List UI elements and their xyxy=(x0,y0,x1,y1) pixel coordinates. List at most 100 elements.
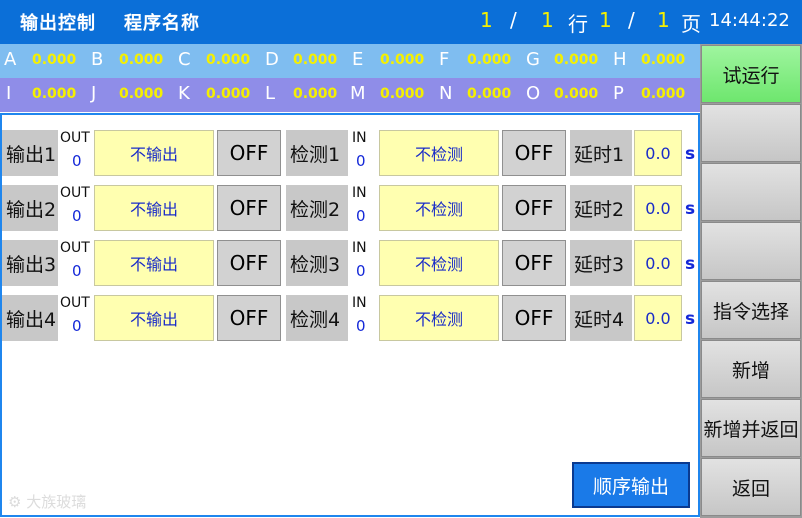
output-control-panel: 输出1 OUT 0 不输出 OFF 检测1 IN 0 不检测 OFF 延时1 0… xyxy=(0,113,700,517)
output-select-field[interactable]: 不输出 xyxy=(94,185,214,231)
in-port-number[interactable]: 0 xyxy=(356,207,366,225)
axis-label: P xyxy=(613,83,624,104)
delay-input[interactable]: 0.0 xyxy=(634,295,682,341)
detect-select-field[interactable]: 不检测 xyxy=(379,185,499,231)
delay-input[interactable]: 0.0 xyxy=(634,240,682,286)
side-button-column: 试运行 指令选择 新增 新增并返回 返回 xyxy=(700,44,802,518)
axis-label: D xyxy=(265,49,279,70)
in-tag: IN xyxy=(352,295,367,311)
out-port-number[interactable]: 0 xyxy=(72,152,82,170)
row-separator: / xyxy=(510,8,517,32)
output-label: 输出2 xyxy=(2,185,58,231)
io-row: 输出2 OUT 0 不输出 OFF 检测2 IN 0 不检测 OFF 延时2 0… xyxy=(2,183,702,233)
out-port-number[interactable]: 0 xyxy=(72,317,82,335)
axis-label: L xyxy=(265,83,276,104)
axis-value: 0.000 xyxy=(206,86,251,102)
delay-input[interactable]: 0.0 xyxy=(634,185,682,231)
axis-value: 0.000 xyxy=(32,52,77,68)
axis-value: 0.000 xyxy=(641,52,686,68)
delay-unit: s xyxy=(685,144,696,164)
blank-button-3[interactable] xyxy=(701,222,801,280)
axis-label: J xyxy=(91,83,97,104)
out-port-number[interactable]: 0 xyxy=(72,207,82,225)
axis-value: 0.000 xyxy=(119,86,164,102)
in-port-number[interactable]: 0 xyxy=(356,262,366,280)
axis-value: 0.000 xyxy=(206,52,251,68)
page-label: 页 xyxy=(681,12,701,36)
in-tag: IN xyxy=(352,240,367,256)
sequence-output-button[interactable]: 顺序输出 xyxy=(572,462,690,508)
page-total: 1 xyxy=(657,8,670,32)
axis-label: I xyxy=(6,83,12,104)
output-select-field[interactable]: 不输出 xyxy=(94,295,214,341)
axis-position-row-1: A 0.000 B 0.000 C 0.000 D 0.000 E 0.000 … xyxy=(0,44,700,78)
axis-label: C xyxy=(178,49,191,70)
output-select-field[interactable]: 不输出 xyxy=(94,130,214,176)
in-tag: IN xyxy=(352,130,367,146)
in-port-number[interactable]: 0 xyxy=(356,152,366,170)
detect-select-field[interactable]: 不检测 xyxy=(379,295,499,341)
row-label: 行 xyxy=(568,12,588,36)
output-select-field[interactable]: 不输出 xyxy=(94,240,214,286)
axis-label: B xyxy=(91,49,104,70)
axis-value: 0.000 xyxy=(554,52,599,68)
axis-value: 0.000 xyxy=(380,52,425,68)
out-port-number[interactable]: 0 xyxy=(72,262,82,280)
in-tag: IN xyxy=(352,185,367,201)
command-select-button[interactable]: 指令选择 xyxy=(701,281,801,339)
delay-input[interactable]: 0.0 xyxy=(634,130,682,176)
page-title: 输出控制 xyxy=(20,13,96,34)
program-name[interactable]: 程序名称 xyxy=(124,9,200,35)
io-row: 输出1 OUT 0 不输出 OFF 检测1 IN 0 不检测 OFF 延时1 0… xyxy=(2,128,702,178)
header-bar: 输出控制 程序名称 1 / 1 行 1 / 1 页 14:44:22 xyxy=(0,0,802,44)
axis-value: 0.000 xyxy=(467,52,512,68)
delay-unit: s xyxy=(685,309,696,329)
clock: 14:44:22 xyxy=(709,10,790,31)
detect-state-button[interactable]: OFF xyxy=(502,130,566,176)
axis-value: 0.000 xyxy=(641,86,686,102)
delay-label: 延时2 xyxy=(570,185,632,231)
out-tag: OUT xyxy=(60,295,90,311)
io-row: 输出4 OUT 0 不输出 OFF 检测4 IN 0 不检测 OFF 延时4 0… xyxy=(2,293,702,343)
output-label: 输出4 xyxy=(2,295,58,341)
add-and-return-button[interactable]: 新增并返回 xyxy=(701,399,801,457)
output-state-button[interactable]: OFF xyxy=(217,185,281,231)
out-tag: OUT xyxy=(60,185,90,201)
axis-label: H xyxy=(613,49,627,70)
axis-label: N xyxy=(439,83,453,104)
axis-value: 0.000 xyxy=(32,86,77,102)
output-state-button[interactable]: OFF xyxy=(217,240,281,286)
detect-state-button[interactable]: OFF xyxy=(502,295,566,341)
delay-label: 延时1 xyxy=(570,130,632,176)
add-new-button[interactable]: 新增 xyxy=(701,340,801,398)
axis-position-row-2: I 0.000 J 0.000 K 0.000 L 0.000 M 0.000 … xyxy=(0,78,700,112)
detect-label: 检测4 xyxy=(286,295,348,341)
out-tag: OUT xyxy=(60,240,90,256)
axis-value: 0.000 xyxy=(293,52,338,68)
page-separator: / xyxy=(628,8,635,32)
axis-label: G xyxy=(526,49,540,70)
axis-label: K xyxy=(178,83,190,104)
delay-unit: s xyxy=(685,199,696,219)
detect-select-field[interactable]: 不检测 xyxy=(379,240,499,286)
detect-label: 检测3 xyxy=(286,240,348,286)
delay-label: 延时3 xyxy=(570,240,632,286)
io-row: 输出3 OUT 0 不输出 OFF 检测3 IN 0 不检测 OFF 延时3 0… xyxy=(2,238,702,288)
detect-state-button[interactable]: OFF xyxy=(502,185,566,231)
axis-value: 0.000 xyxy=(119,52,164,68)
output-label: 输出3 xyxy=(2,240,58,286)
axis-value: 0.000 xyxy=(293,86,338,102)
back-button[interactable]: 返回 xyxy=(701,458,801,516)
output-state-button[interactable]: OFF xyxy=(217,295,281,341)
blank-button-2[interactable] xyxy=(701,163,801,221)
in-port-number[interactable]: 0 xyxy=(356,317,366,335)
axis-label: E xyxy=(352,49,364,70)
output-state-button[interactable]: OFF xyxy=(217,130,281,176)
axis-label: M xyxy=(350,83,366,104)
trial-run-button[interactable]: 试运行 xyxy=(701,45,801,103)
detect-select-field[interactable]: 不检测 xyxy=(379,130,499,176)
watermark-text: 大族玻璃 xyxy=(26,493,87,511)
blank-button-1[interactable] xyxy=(701,104,801,162)
detect-state-button[interactable]: OFF xyxy=(502,240,566,286)
axis-value: 0.000 xyxy=(554,86,599,102)
